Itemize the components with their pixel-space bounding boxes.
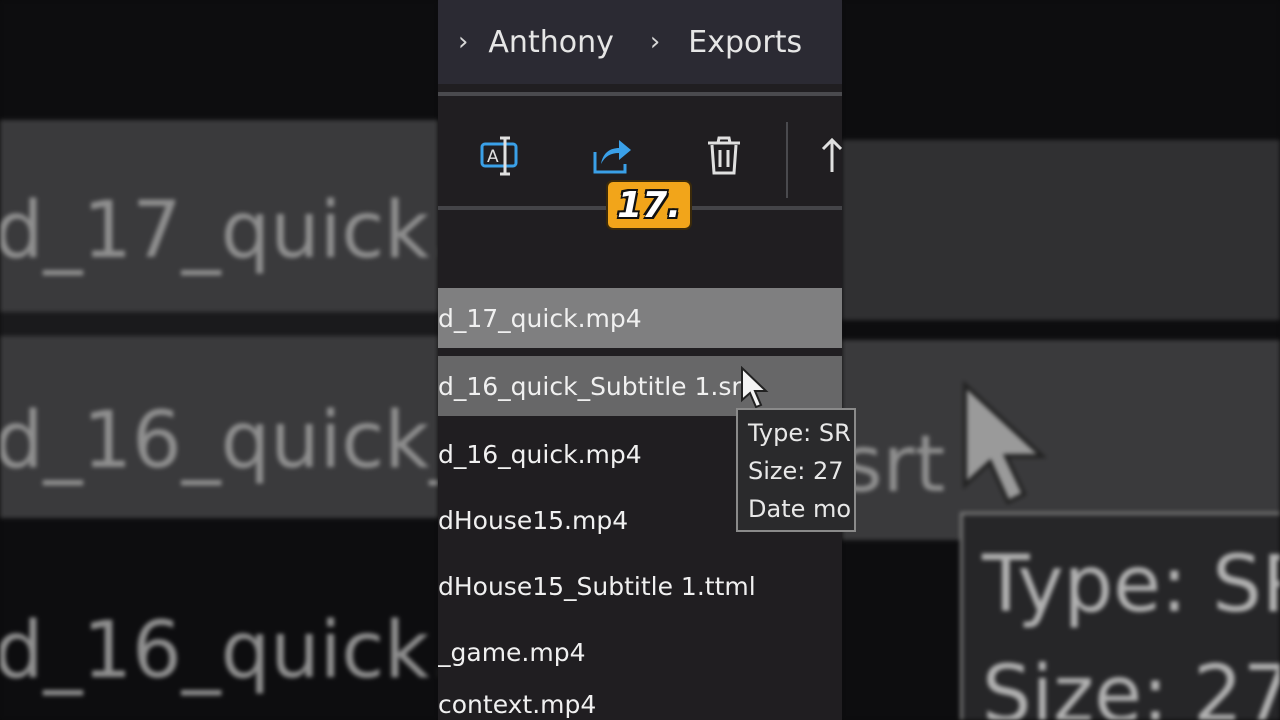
divider [438,92,842,96]
share-button[interactable] [588,132,636,180]
trash-icon [708,136,740,175]
blur-text-6: Size: 27 [982,650,1280,720]
blur-text-3: d_16_quick.m [0,606,438,696]
tooltip-type: Type: SR [748,419,851,447]
sort-button[interactable] [808,132,842,180]
file-name: context.mp4 [438,690,597,719]
rename-icon: A [480,136,518,176]
blur-text-2: d_16_quick_ [0,396,438,486]
share-icon [593,140,631,174]
file-tooltip: Type: SR Size: 27 Date mo [736,408,856,532]
breadcrumb[interactable]: › Anthony › Exports [438,0,842,84]
list-item[interactable]: d_17_quick.mp4 [438,288,842,348]
mouse-cursor-icon [741,366,769,409]
file-explorer-window: › Anthony › Exports A d_17_quick.mp4 d_1… [438,0,842,720]
blur-cursor-icon [963,380,1048,505]
chevron-right-icon: › [458,27,469,57]
file-name: d_17_quick.mp4 [438,303,642,333]
svg-text:A: A [487,147,499,167]
list-item[interactable]: dHouse15_Subtitle 1.ttml [438,556,842,616]
chevron-right-icon: › [649,27,661,57]
file-name: _game.mp4 [438,637,586,667]
list-item[interactable]: _game.mp4 [438,622,842,682]
list-item[interactable]: d_16_quick_Subtitle 1.srt [438,356,842,416]
blur-text-1: d_17_quick.m [0,186,438,276]
breadcrumb-item-exports[interactable]: Exports [688,25,802,60]
delete-button[interactable] [700,132,748,180]
file-name: d_16_quick.mp4 [438,439,642,469]
blurred-left-panel: d_17_quick.m d_16_quick_ d_16_quick.m [0,0,438,720]
blur-text-4: srt [842,420,946,510]
tooltip-date: Date mo [748,495,852,523]
arrow-up-icon [821,137,842,172]
file-name: dHouse15.mp4 [438,505,629,535]
breadcrumb-item-anthony[interactable]: Anthony [488,25,613,60]
rename-button[interactable]: A [476,132,524,180]
file-name: dHouse15_Subtitle 1.ttml [438,571,756,601]
blur-text-5: Type: SR [982,540,1280,630]
list-item[interactable]: context.mp4 [438,690,842,720]
blurred-right-panel: srt Type: SR Size: 27 [842,0,1280,720]
file-name: d_16_quick_Subtitle 1.srt [438,371,752,401]
step-number-badge: 17. [606,180,692,230]
toolbar-separator [786,122,788,198]
tooltip-size: Size: 27 [748,457,844,485]
